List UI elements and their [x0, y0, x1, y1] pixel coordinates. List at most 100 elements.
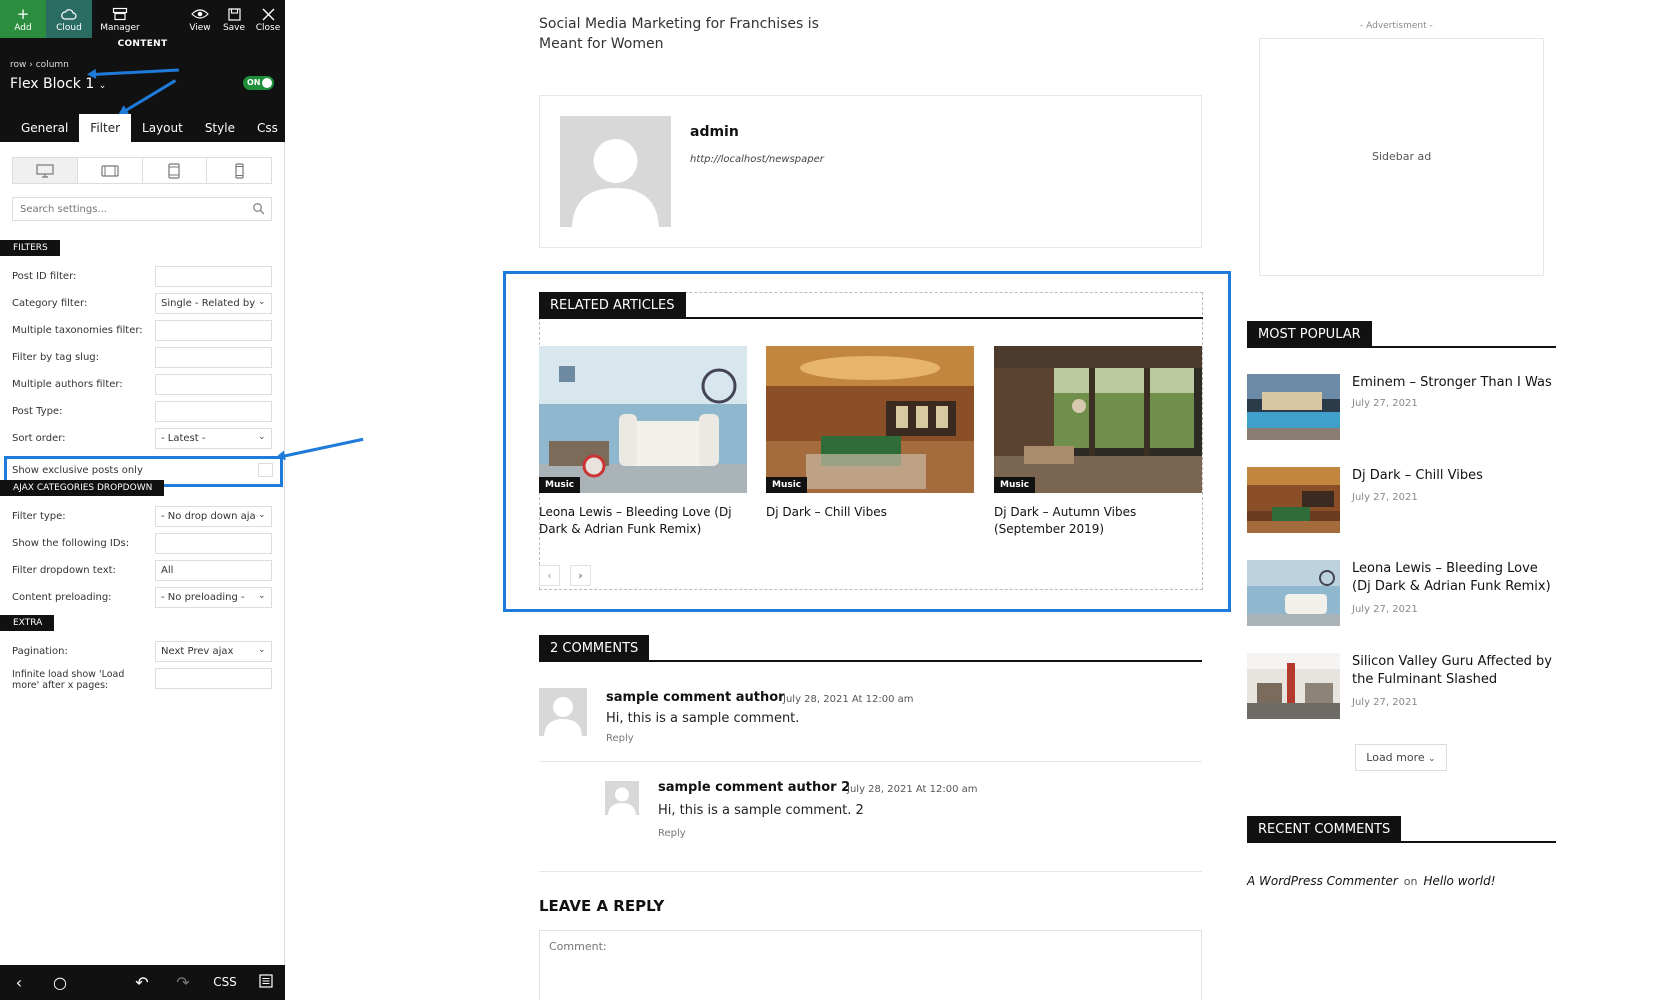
sort-order-select[interactable]: - Latest - — [155, 428, 272, 449]
layers-button[interactable] — [247, 965, 285, 1000]
multiple-taxonomies-row: Multiple taxonomies filter: — [12, 320, 274, 342]
comment-date[interactable]: July 28, 2021 At 12:00 am — [847, 784, 978, 795]
sort-order-label: Sort order: — [12, 433, 66, 444]
related-article-title[interactable]: Leona Lewis – Bleeding Love (Dj Dark & A… — [539, 504, 747, 538]
category-tag[interactable]: Music — [766, 477, 808, 493]
filter-type-select[interactable]: - No drop down aja — [155, 506, 272, 527]
multiple-taxonomies-input[interactable] — [155, 320, 272, 341]
css-button[interactable]: CSS — [203, 965, 247, 1000]
settings-search-input[interactable] — [12, 197, 272, 221]
undo-button[interactable]: ↶ — [121, 965, 163, 1000]
author-url[interactable]: http://localhost/newspaper — [690, 154, 824, 165]
chevron-down-icon: ⌄ — [258, 510, 266, 520]
manager-icon — [112, 5, 128, 23]
comment-textarea[interactable] — [539, 930, 1202, 1000]
post-id-filter-row: Post ID filter: — [12, 266, 274, 288]
popular-post-image[interactable] — [1247, 653, 1340, 719]
pagination-label: Pagination: — [12, 646, 68, 657]
tablet-landscape-button[interactable] — [78, 158, 143, 183]
save-button[interactable]: Save — [217, 0, 251, 38]
tag-slug-input[interactable] — [155, 347, 272, 368]
comment-date[interactable]: July 28, 2021 At 12:00 am — [783, 694, 914, 705]
related-article-title[interactable]: Dj Dark – Chill Vibes — [766, 504, 974, 521]
author-avatar[interactable] — [560, 116, 671, 227]
pagination-value: Next Prev ajax — [161, 646, 234, 657]
chevron-down-icon: ⌄ — [258, 432, 266, 442]
popular-post-image[interactable] — [1247, 374, 1340, 440]
breadcrumb-row[interactable]: row — [10, 60, 26, 70]
phone-button[interactable] — [207, 158, 271, 183]
comment-text: Hi, this is a sample comment. — [606, 711, 800, 726]
category-tag[interactable]: Music — [539, 477, 581, 493]
category-tag[interactable]: Music — [994, 477, 1036, 493]
undo-icon: ↶ — [135, 973, 149, 992]
comment-text: Hi, this is a sample comment. 2 — [658, 803, 864, 818]
dropdown-text-row: Filter dropdown text: — [12, 560, 274, 582]
manager-button[interactable]: Manager — [92, 0, 148, 38]
chevron-down-icon: ⌄ — [258, 591, 266, 601]
load-more-button[interactable]: Load more ⌄ — [1355, 744, 1447, 771]
editor-tabs: General Filter Layout Style Css — [10, 114, 289, 142]
popular-post-image[interactable] — [1247, 560, 1340, 626]
next-page-button[interactable]: › — [570, 565, 591, 586]
content-preloading-label: Content preloading: — [12, 592, 112, 603]
redo-button[interactable]: ↷ — [163, 965, 203, 1000]
post-title[interactable]: Social Media Marketing for Franchises is… — [539, 14, 859, 54]
pagination-select[interactable]: Next Prev ajax — [155, 641, 272, 662]
post-id-filter-input[interactable] — [155, 266, 272, 287]
popular-post-image[interactable] — [1247, 467, 1340, 533]
popular-post-date: July 27, 2021 — [1352, 398, 1418, 409]
add-button[interactable]: + Add — [0, 0, 46, 38]
popular-post-title[interactable]: Eminem – Stronger Than I Was — [1352, 374, 1552, 392]
recent-comments-heading: RECENT COMMENTS — [1247, 816, 1402, 843]
comment-divider — [539, 761, 1202, 762]
tab-layout[interactable]: Layout — [131, 114, 194, 142]
close-label: Close — [255, 23, 281, 33]
prev-page-button[interactable]: ‹ — [539, 565, 560, 586]
post-type-input[interactable] — [155, 401, 272, 422]
desktop-device-button[interactable] — [13, 158, 78, 183]
popular-post-title[interactable]: Leona Lewis – Bleeding Love (Dj Dark & A… — [1352, 560, 1552, 596]
recent-comment-item: A WordPress Commenter on Hello world! — [1247, 874, 1496, 888]
close-button[interactable]: Close — [251, 0, 285, 38]
related-article-image[interactable]: Music — [539, 346, 747, 493]
annotation-arrow — [281, 437, 364, 458]
breadcrumb-column[interactable]: column — [36, 60, 69, 70]
comment-author[interactable]: sample comment author 2 — [658, 780, 850, 795]
search-icon — [253, 203, 265, 215]
comments-heading: 2 COMMENTS — [539, 635, 650, 662]
tablet-portrait-button[interactable] — [143, 158, 208, 183]
recent-commenter[interactable]: A WordPress Commenter — [1247, 874, 1398, 888]
popular-post-title[interactable]: Dj Dark – Chill Vibes — [1352, 467, 1552, 485]
multiple-authors-input[interactable] — [155, 374, 272, 395]
category-filter-select[interactable]: Single - Related by — [155, 293, 272, 314]
block-toggle[interactable]: ON — [243, 76, 274, 90]
show-ids-input[interactable] — [155, 533, 272, 554]
back-button[interactable]: ‹ — [0, 965, 38, 1000]
related-article-image[interactable]: Music — [994, 346, 1202, 493]
infinite-load-input[interactable] — [155, 668, 272, 689]
home-button[interactable]: ○ — [38, 965, 82, 1000]
reply-link[interactable]: Reply — [658, 828, 686, 839]
user-placeholder-icon — [544, 697, 582, 736]
comment-author[interactable]: sample comment author — [606, 690, 785, 705]
related-article-title[interactable]: Dj Dark – Autumn Vibes (September 2019) — [994, 504, 1202, 538]
author-name[interactable]: admin — [690, 124, 739, 140]
view-button[interactable]: View — [183, 0, 217, 38]
redo-icon: ↷ — [176, 973, 190, 992]
tab-general[interactable]: General — [10, 114, 79, 142]
tab-filter[interactable]: Filter — [79, 114, 132, 142]
content-preloading-select[interactable]: - No preloading - — [155, 587, 272, 608]
popular-post-title[interactable]: Silicon Valley Guru Affected by the Fulm… — [1352, 653, 1552, 689]
dropdown-text-input[interactable] — [155, 560, 272, 581]
cloud-button[interactable]: Cloud — [46, 0, 92, 38]
reply-link[interactable]: Reply — [606, 733, 634, 744]
exclusive-posts-checkbox[interactable] — [258, 463, 273, 477]
recent-comment-post[interactable]: Hello world! — [1423, 874, 1495, 888]
related-article-image[interactable]: Music — [766, 346, 974, 493]
sort-order-value: - Latest - — [161, 433, 206, 444]
chevron-down-icon: ⌄ — [258, 297, 266, 307]
tab-style[interactable]: Style — [194, 114, 246, 142]
tab-css[interactable]: Css — [246, 114, 289, 142]
chevron-right-icon: › — [578, 569, 583, 582]
